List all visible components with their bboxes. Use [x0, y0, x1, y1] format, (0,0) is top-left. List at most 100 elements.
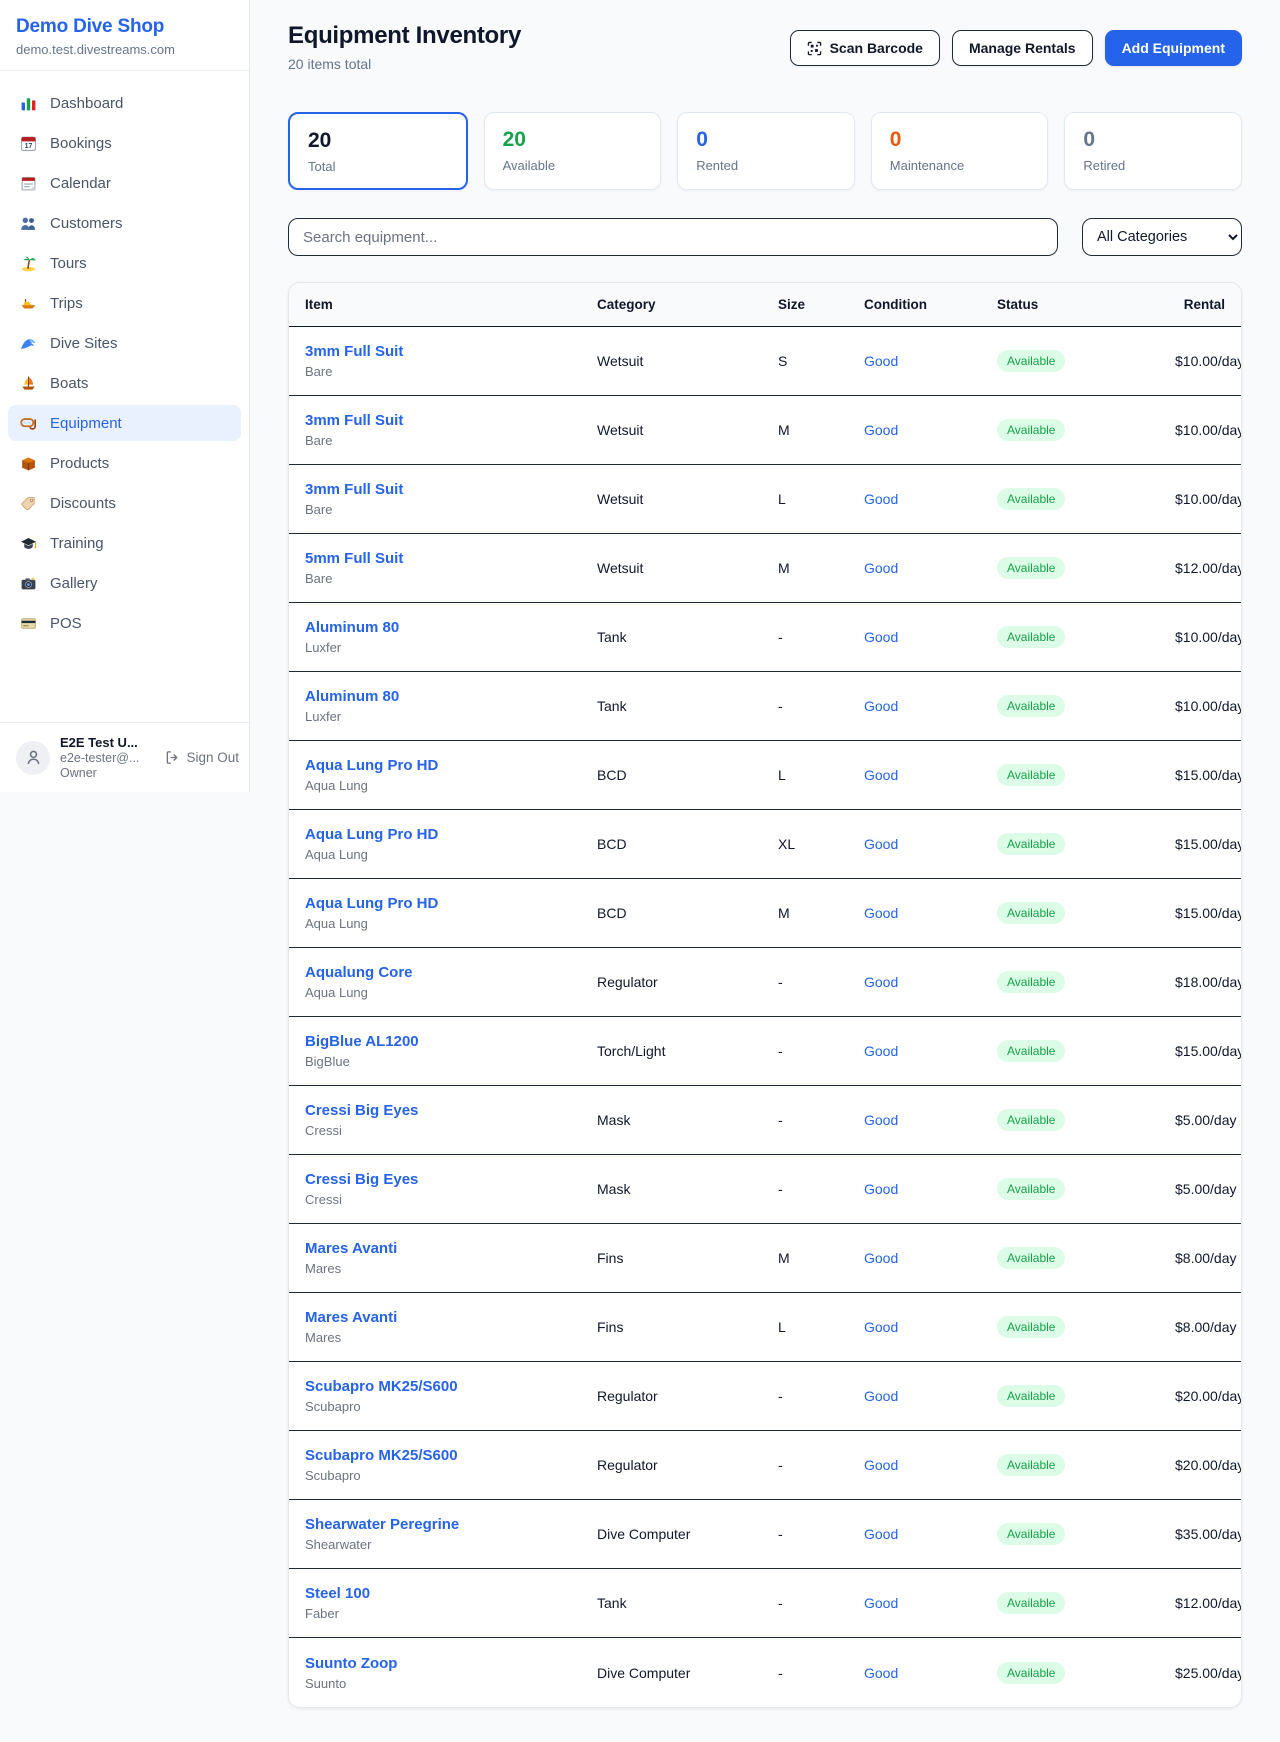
equipment-name-link[interactable]: Scubapro MK25/S600 [305, 1447, 458, 1464]
stat-card-total[interactable]: 20 Total [288, 112, 468, 190]
equipment-name-link[interactable]: Aluminum 80 [305, 688, 399, 705]
condition-link[interactable]: Good [864, 560, 997, 576]
table-row: Aqualung Core Aqua Lung Regulator - Good… [289, 948, 1241, 1017]
sign-out-button[interactable]: Sign Out [165, 750, 239, 765]
stat-card-maintenance[interactable]: 0 Maintenance [871, 112, 1049, 190]
table-header-row: Item Category Size Condition Status Rent… [289, 283, 1241, 327]
sidebar-item-gallery[interactable]: Gallery [8, 565, 241, 601]
sidebar-item-discounts[interactable]: Discounts [8, 485, 241, 521]
sidebar-item-equipment[interactable]: Equipment [8, 405, 241, 441]
size-cell: - [778, 629, 864, 645]
equipment-brand: Luxfer [305, 640, 597, 655]
scan-barcode-button[interactable]: Scan Barcode [790, 30, 940, 66]
condition-link[interactable]: Good [864, 629, 997, 645]
equipment-name-link[interactable]: Scubapro MK25/S600 [305, 1378, 458, 1395]
sidebar-item-training[interactable]: Training [8, 525, 241, 561]
condition-link[interactable]: Good [864, 1112, 997, 1128]
condition-link[interactable]: Good [864, 974, 997, 990]
table-row: Mares Avanti Mares Fins L Good Available… [289, 1293, 1241, 1362]
condition-link[interactable]: Good [864, 836, 997, 852]
size-cell: M [778, 1250, 864, 1266]
stat-value: 0 [696, 128, 836, 152]
category-cell: Dive Computer [597, 1665, 778, 1681]
user-section: E2E Test U... e2e-tester@... Owner Sign … [0, 722, 249, 792]
condition-link[interactable]: Good [864, 1665, 997, 1681]
sidebar-item-label: Gallery [50, 575, 98, 592]
search-input[interactable] [288, 218, 1058, 256]
size-cell: S [778, 353, 864, 369]
condition-link[interactable]: Good [864, 422, 997, 438]
category-select[interactable]: All Categories [1082, 218, 1242, 256]
condition-link[interactable]: Good [864, 1526, 997, 1542]
items-total-count: 20 items total [288, 56, 521, 72]
status-badge: Available [997, 350, 1065, 372]
status-badge: Available [997, 833, 1065, 855]
condition-link[interactable]: Good [864, 491, 997, 507]
category-cell: Wetsuit [597, 560, 778, 576]
condition-link[interactable]: Good [864, 353, 997, 369]
size-cell: M [778, 422, 864, 438]
status-badge: Available [997, 1109, 1065, 1131]
size-cell: - [778, 1388, 864, 1404]
condition-link[interactable]: Good [864, 1250, 997, 1266]
sidebar-item-dive-sites[interactable]: Dive Sites [8, 325, 241, 361]
sidebar-item-trips[interactable]: Trips [8, 285, 241, 321]
calendar-icon [20, 175, 37, 192]
add-equipment-button[interactable]: Add Equipment [1105, 30, 1242, 66]
condition-link[interactable]: Good [864, 1181, 997, 1197]
sidebar-item-pos[interactable]: POS [8, 605, 241, 641]
sidebar-item-bookings[interactable]: Bookings [8, 125, 241, 161]
condition-link[interactable]: Good [864, 1457, 997, 1473]
rental-cell: $5.00/day [1175, 1181, 1237, 1197]
equipment-icon [20, 415, 37, 432]
equipment-name-link[interactable]: Aqua Lung Pro HD [305, 895, 438, 912]
category-cell: Tank [597, 698, 778, 714]
equipment-name-link[interactable]: 3mm Full Suit [305, 343, 403, 360]
condition-link[interactable]: Good [864, 1319, 997, 1335]
stat-card-retired[interactable]: 0 Retired [1064, 112, 1242, 190]
equipment-name-link[interactable]: Aqua Lung Pro HD [305, 757, 438, 774]
stat-card-available[interactable]: 20 Available [484, 112, 662, 190]
equipment-name-link[interactable]: Mares Avanti [305, 1240, 397, 1257]
size-cell: - [778, 974, 864, 990]
equipment-name-link[interactable]: Cressi Big Eyes [305, 1171, 418, 1188]
category-cell: Tank [597, 1595, 778, 1611]
category-cell: Fins [597, 1319, 778, 1335]
brand-name[interactable]: Demo Dive Shop [16, 16, 233, 38]
status-badge: Available [997, 902, 1065, 924]
condition-link[interactable]: Good [864, 905, 997, 921]
manage-rentals-button[interactable]: Manage Rentals [952, 30, 1093, 66]
equipment-name-link[interactable]: Aluminum 80 [305, 619, 399, 636]
equipment-name-link[interactable]: Aqualung Core [305, 964, 413, 981]
equipment-name-link[interactable]: Mares Avanti [305, 1309, 397, 1326]
sidebar-item-boats[interactable]: Boats [8, 365, 241, 401]
equipment-name-link[interactable]: Shearwater Peregrine [305, 1516, 459, 1533]
sidebar-item-products[interactable]: Products [8, 445, 241, 481]
rental-cell: $15.00/day [1175, 905, 1242, 921]
condition-link[interactable]: Good [864, 698, 997, 714]
condition-link[interactable]: Good [864, 1595, 997, 1611]
equipment-name-link[interactable]: Steel 100 [305, 1585, 370, 1602]
equipment-name-link[interactable]: 3mm Full Suit [305, 481, 403, 498]
bookings-icon [20, 135, 37, 152]
sidebar-item-customers[interactable]: Customers [8, 205, 241, 241]
equipment-name-link[interactable]: 3mm Full Suit [305, 412, 403, 429]
condition-link[interactable]: Good [864, 767, 997, 783]
sidebar-item-label: Calendar [50, 175, 111, 192]
equipment-name-link[interactable]: Suunto Zoop [305, 1655, 397, 1672]
stat-card-rented[interactable]: 0 Rented [677, 112, 855, 190]
status-badge: Available [997, 1592, 1065, 1614]
equipment-brand: Scubapro [305, 1399, 597, 1414]
sidebar-nav: Dashboard Bookings Calendar Customers To… [0, 71, 249, 645]
sidebar-item-calendar[interactable]: Calendar [8, 165, 241, 201]
category-cell: Wetsuit [597, 422, 778, 438]
equipment-name-link[interactable]: 5mm Full Suit [305, 550, 403, 567]
condition-link[interactable]: Good [864, 1388, 997, 1404]
equipment-name-link[interactable]: BigBlue AL1200 [305, 1033, 419, 1050]
sidebar-item-dashboard[interactable]: Dashboard [8, 85, 241, 121]
sidebar-item-tours[interactable]: Tours [8, 245, 241, 281]
dive-sites-icon [20, 335, 37, 352]
condition-link[interactable]: Good [864, 1043, 997, 1059]
equipment-name-link[interactable]: Cressi Big Eyes [305, 1102, 418, 1119]
equipment-name-link[interactable]: Aqua Lung Pro HD [305, 826, 438, 843]
